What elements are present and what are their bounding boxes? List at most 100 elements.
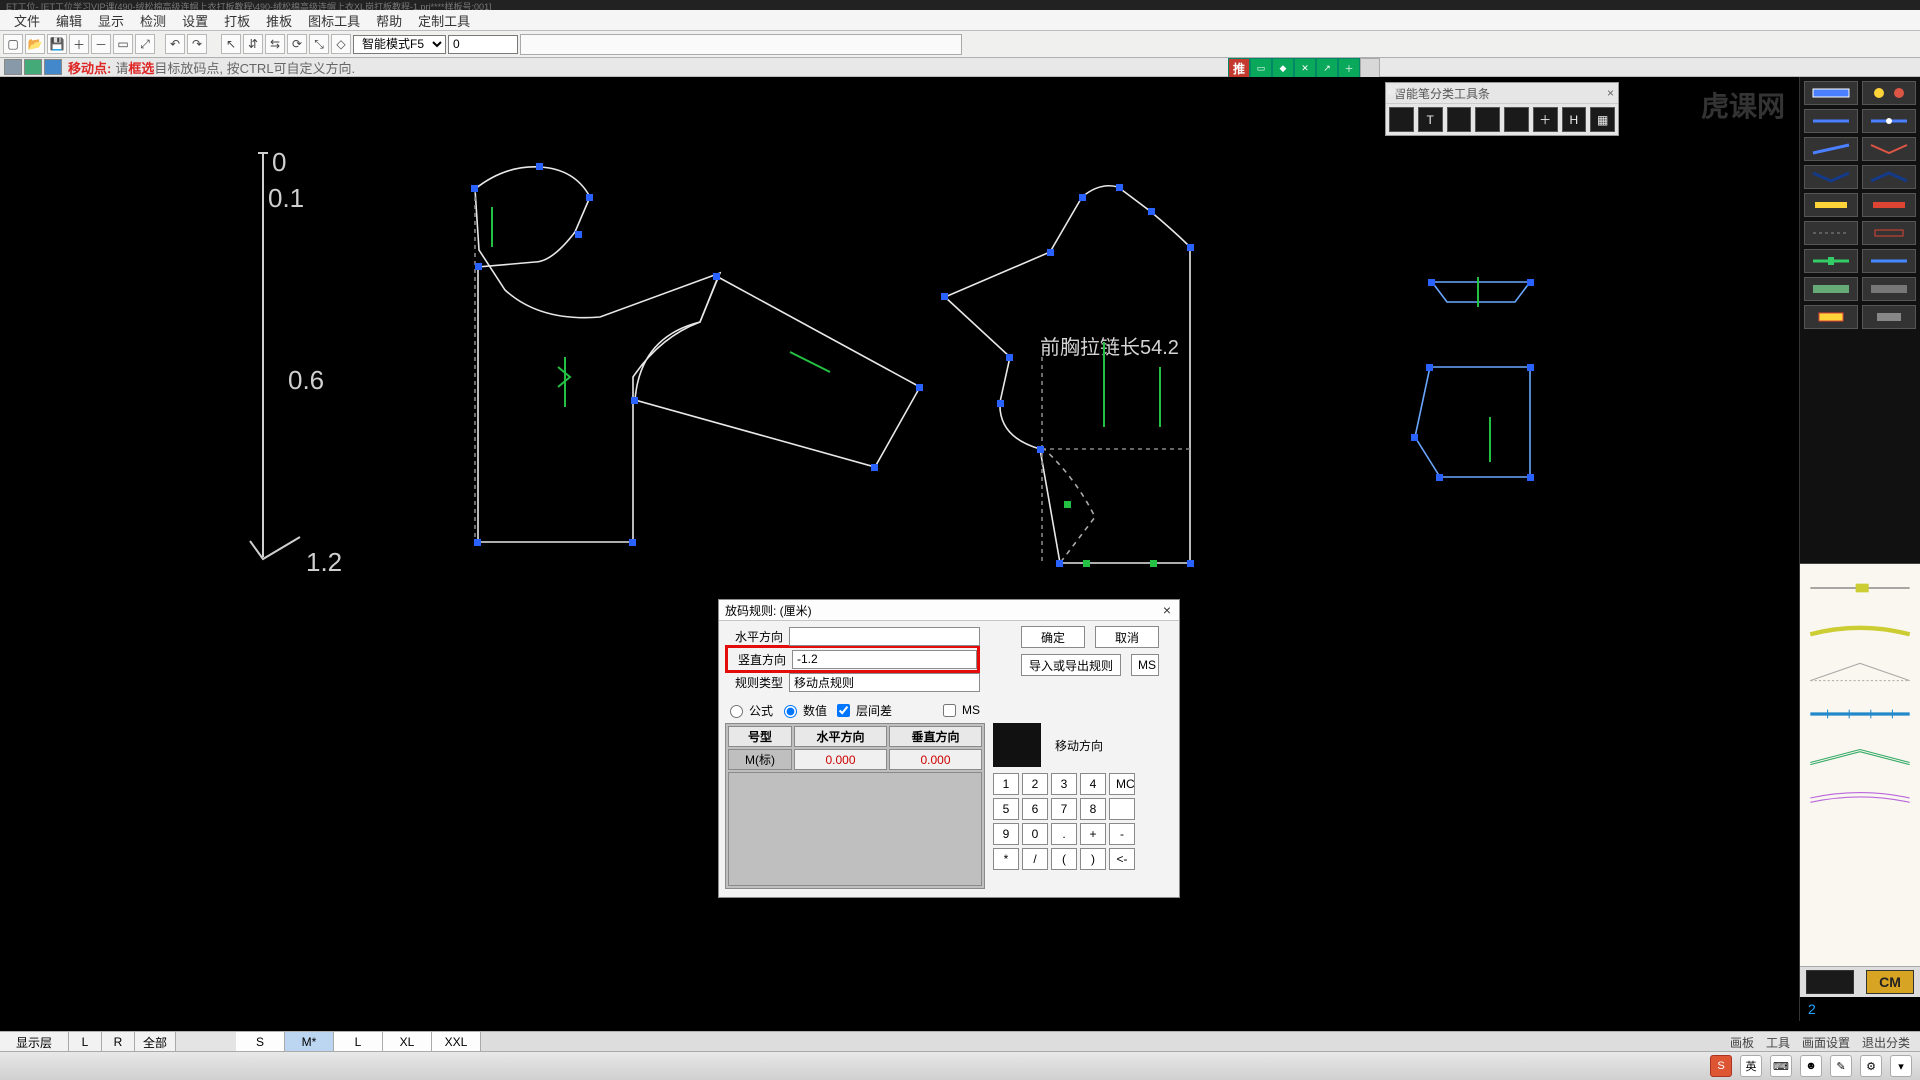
swatch-13[interactable]	[1804, 249, 1858, 273]
rule-type-input[interactable]	[789, 673, 980, 692]
key-4[interactable]: 4	[1080, 773, 1106, 795]
rtab-screen[interactable]: 画面设置	[1802, 1034, 1850, 1051]
dialog-close-icon[interactable]: ×	[1155, 602, 1179, 618]
key-mul[interactable]: *	[993, 848, 1019, 870]
pointer-icon[interactable]: ↖	[221, 34, 241, 54]
key-blank[interactable]	[1109, 798, 1135, 820]
swatch-11[interactable]	[1804, 221, 1858, 245]
key-6[interactable]: 6	[1022, 798, 1048, 820]
sp-curve-icon[interactable]	[1475, 107, 1500, 132]
rtab-1[interactable]	[1806, 970, 1854, 994]
tray-icon-2[interactable]: ☻	[1800, 1055, 1822, 1077]
key-0[interactable]: 0	[1022, 823, 1048, 845]
radio-value[interactable]: 数值	[779, 702, 827, 719]
push-opt-5[interactable]: ＋	[1338, 58, 1360, 78]
ime-lang[interactable]: 英	[1740, 1055, 1762, 1077]
swatch-1[interactable]	[1804, 81, 1858, 105]
key-2[interactable]: 2	[1022, 773, 1048, 795]
sp-cross-icon[interactable]: ＋	[1533, 107, 1558, 132]
menu-grade[interactable]: 推板	[258, 11, 300, 30]
key-dot[interactable]: .	[1051, 823, 1077, 845]
key-9[interactable]: 9	[993, 823, 1019, 845]
swatch-16[interactable]	[1862, 277, 1916, 301]
swatch-3[interactable]	[1804, 109, 1858, 133]
swatch-10[interactable]	[1862, 193, 1916, 217]
zoom-in-icon[interactable]: ＋	[69, 34, 89, 54]
toolbar-search-box[interactable]	[520, 34, 962, 55]
open-file-icon[interactable]: 📂	[25, 34, 45, 54]
key-mc[interactable]: MC	[1109, 773, 1135, 795]
layer-r[interactable]: R	[102, 1032, 135, 1052]
radio-formula[interactable]: 公式	[725, 702, 773, 719]
push-mode-button[interactable]: 推	[1228, 58, 1250, 78]
push-opt-4[interactable]: ↗	[1316, 58, 1338, 78]
row-h[interactable]: 0.000	[794, 749, 887, 770]
ms-button[interactable]: MS	[1131, 654, 1159, 676]
swatch-4[interactable]	[1862, 109, 1916, 133]
notch-icon[interactable]: ◇	[331, 34, 351, 54]
key-7[interactable]: 7	[1051, 798, 1077, 820]
key-5[interactable]: 5	[993, 798, 1019, 820]
key-plus[interactable]: +	[1080, 823, 1106, 845]
swatch-8[interactable]	[1862, 165, 1916, 189]
swatch-18[interactable]	[1862, 305, 1916, 329]
zoom-out-icon[interactable]: －	[91, 34, 111, 54]
menu-check[interactable]: 检测	[132, 11, 174, 30]
swatch-17[interactable]	[1804, 305, 1858, 329]
key-rpar[interactable]: )	[1080, 848, 1106, 870]
check-step[interactable]: 层间差	[833, 701, 892, 720]
v-direction-input[interactable]	[792, 650, 977, 669]
size-s[interactable]: S	[236, 1032, 285, 1052]
swatch-2[interactable]	[1862, 81, 1916, 105]
tray-icon-1[interactable]: ⌨	[1770, 1055, 1792, 1077]
ok-button[interactable]: 确定	[1021, 626, 1085, 648]
key-8[interactable]: 8	[1080, 798, 1106, 820]
sp-zigzag-icon[interactable]	[1504, 107, 1529, 132]
sp-grid-icon[interactable]: ▦	[1590, 107, 1615, 132]
layer-l[interactable]: L	[69, 1032, 102, 1052]
scale-icon[interactable]: ⤡	[309, 34, 329, 54]
grading-table[interactable]: 号型 水平方向 垂直方向 M(标) 0.000 0.000	[725, 723, 985, 889]
menu-edit[interactable]: 编辑	[48, 11, 90, 30]
swatch-14[interactable]	[1862, 249, 1916, 273]
size-xxl[interactable]: XXL	[432, 1032, 481, 1052]
check-ms[interactable]: MS	[939, 701, 980, 720]
undo-icon[interactable]: ↶	[165, 34, 185, 54]
drawing-canvas[interactable]: 0 0.1 0.6 1.2 前胸拉链长54.2	[0, 77, 1799, 1021]
tray-icon-4[interactable]: ⚙	[1860, 1055, 1882, 1077]
redo-icon[interactable]: ↷	[187, 34, 207, 54]
swatch-7[interactable]	[1804, 165, 1858, 189]
menu-custom[interactable]: 定制工具	[410, 11, 478, 30]
rtab-tool[interactable]: 工具	[1766, 1034, 1790, 1051]
push-opt-3[interactable]: ✕	[1294, 58, 1316, 78]
swatch-15[interactable]	[1804, 277, 1858, 301]
tray-icon-3[interactable]: ✎	[1830, 1055, 1852, 1077]
swatch-6[interactable]	[1862, 137, 1916, 161]
key-lpar[interactable]: (	[1051, 848, 1077, 870]
save-icon[interactable]: 💾	[47, 34, 67, 54]
mode-select[interactable]: 智能模式F5	[353, 35, 446, 54]
key-back[interactable]: <-	[1109, 848, 1135, 870]
swatch-9[interactable]	[1804, 193, 1858, 217]
sp-rect-icon[interactable]	[1389, 107, 1414, 132]
push-opt-1[interactable]: ▭	[1250, 58, 1272, 78]
zoom-fit-icon[interactable]: ⤢	[135, 34, 155, 54]
seam-preview-4[interactable]	[1806, 696, 1914, 732]
mode-chip-2[interactable]	[24, 59, 42, 75]
key-div[interactable]: /	[1022, 848, 1048, 870]
seam-preview-5[interactable]	[1806, 738, 1914, 774]
close-icon[interactable]: ×	[1607, 86, 1614, 100]
mode-chip-3[interactable]	[44, 59, 62, 75]
menu-help[interactable]: 帮助	[368, 11, 410, 30]
mode-chip-1[interactable]	[4, 59, 22, 75]
mirror-h-icon[interactable]: ⇵	[243, 34, 263, 54]
seam-preview-2[interactable]	[1806, 612, 1914, 648]
seam-preview-3[interactable]	[1806, 654, 1914, 690]
rtab-canvas[interactable]: 画板	[1730, 1034, 1754, 1051]
tray-icon-5[interactable]: ▾	[1890, 1055, 1912, 1077]
menu-view[interactable]: 显示	[90, 11, 132, 30]
h-direction-input[interactable]	[789, 627, 980, 646]
smart-pen-toolbar[interactable]: 智能笔分类工具条 × T ＋ H ▦	[1385, 82, 1619, 136]
menu-pattern[interactable]: 打板	[216, 11, 258, 30]
row-v[interactable]: 0.000	[889, 749, 982, 770]
